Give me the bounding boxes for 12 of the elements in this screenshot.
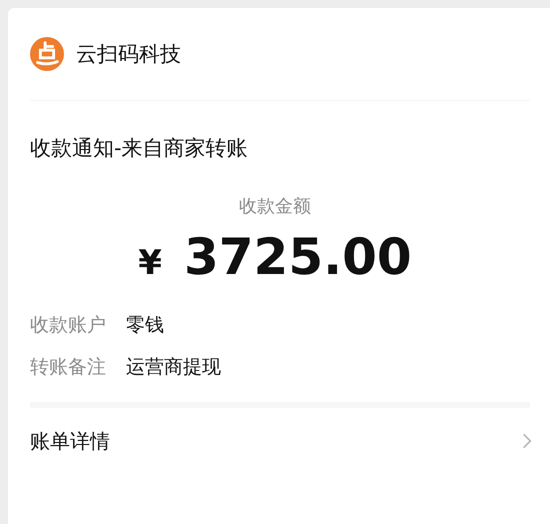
detail-label: 转账备注 — [30, 355, 106, 380]
chevron-right-icon[interactable] — [522, 432, 532, 450]
detail-value: 运营商提现 — [126, 355, 221, 380]
amount-value: 3725.00 — [184, 228, 412, 286]
merchant-name: 云扫码科技 — [76, 41, 181, 68]
detail-value: 零钱 — [126, 313, 164, 338]
notice-title: 收款通知-来自商家转账 — [30, 135, 249, 162]
detail-label: 收款账户 — [30, 313, 106, 338]
logo-icon — [30, 37, 64, 71]
bill-details-link[interactable]: 账单详情 — [30, 428, 110, 454]
amount-label: 收款金额 — [238, 195, 312, 218]
currency-symbol: ¥ — [138, 243, 162, 283]
